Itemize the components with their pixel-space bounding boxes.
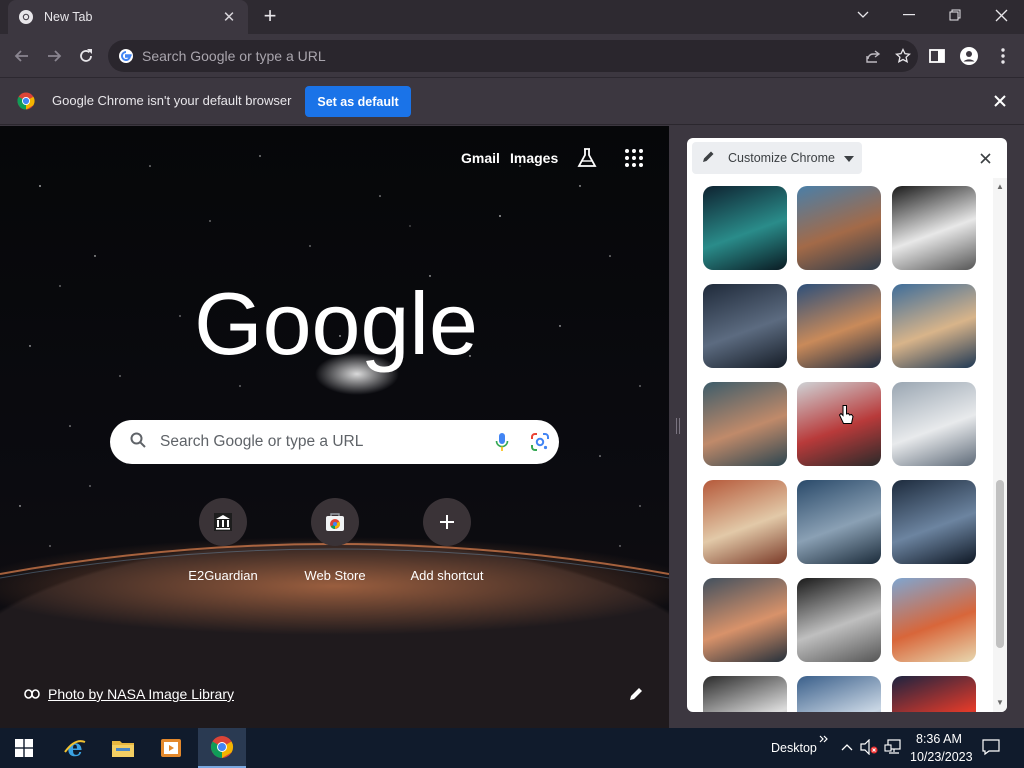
new-tab-button[interactable]: +	[258, 5, 282, 29]
background-thumbnail-steel-curve[interactable]	[703, 676, 787, 712]
media-player-icon[interactable]	[147, 728, 195, 768]
shortcut-e2guardian[interactable]: E2Guardian	[167, 498, 279, 583]
background-thumbnail-moon-dusk[interactable]	[703, 382, 787, 466]
omnibox[interactable]: Search Google or type a URL	[108, 40, 918, 72]
background-thumbnail-aerial-bay[interactable]	[797, 480, 881, 564]
google-lens-icon[interactable]	[521, 422, 559, 462]
apps-grid-icon[interactable]	[624, 148, 644, 168]
file-explorer-icon[interactable]	[99, 728, 147, 768]
minimize-button[interactable]	[886, 0, 932, 30]
close-icon[interactable]	[990, 91, 1010, 111]
ntp-search-placeholder: Search Google or type a URL	[160, 433, 364, 450]
volume-muted-icon[interactable]	[860, 738, 878, 756]
windows-taskbar: e Desktop 8:36 AM 10/23/2023	[0, 728, 1024, 768]
shortcut-add[interactable]: Add shortcut	[391, 498, 503, 583]
labs-flask-icon[interactable]	[576, 147, 598, 169]
background-thumbnail-aerial-grid[interactable]	[892, 480, 976, 564]
images-link[interactable]: Images	[510, 150, 558, 166]
notifications-icon[interactable]	[982, 738, 1000, 756]
ntp-search-box[interactable]: Search Google or type a URL	[110, 420, 559, 464]
desktop-toolbar-label[interactable]: Desktop	[771, 741, 817, 755]
tab-search-icon[interactable]	[840, 0, 886, 30]
tab-strip: New Tab ✕ +	[0, 0, 1024, 34]
windows-start-icon[interactable]	[0, 728, 48, 768]
infobar-message: Google Chrome isn't your default browser	[52, 93, 292, 108]
search-icon	[130, 432, 146, 453]
restore-button[interactable]	[932, 0, 978, 30]
close-icon[interactable]: ✕	[220, 8, 238, 26]
plus-icon	[423, 498, 471, 546]
google-logo-text: Google	[196, 274, 476, 373]
background-thumbnail-old-facade[interactable]	[703, 480, 787, 564]
reload-icon[interactable]	[73, 43, 99, 69]
forward-icon[interactable]	[41, 43, 67, 69]
tab-new-tab[interactable]: New Tab ✕	[8, 0, 248, 34]
profile-icon[interactable]	[956, 43, 982, 69]
scroll-down-icon[interactable]: ▼	[995, 698, 1005, 708]
background-thumbnail-waterfront-skyline[interactable]	[892, 284, 976, 368]
clock-time[interactable]: 8:36 AM	[916, 732, 962, 746]
customize-pencil-icon[interactable]	[628, 686, 646, 704]
shortcut-label: E2Guardian	[188, 568, 258, 583]
background-thumbnail-colorful-houses[interactable]	[892, 578, 976, 662]
side-panel-title: Customize Chrome	[728, 151, 835, 165]
default-browser-infobar: Google Chrome isn't your default browser…	[0, 78, 1024, 125]
hand-cursor-icon	[838, 405, 854, 424]
side-panel-resize-handle[interactable]	[669, 126, 687, 728]
menu-icon[interactable]	[990, 43, 1016, 69]
close-icon[interactable]	[975, 148, 995, 168]
photo-attribution[interactable]: Photo by NASA Image Library	[24, 686, 234, 702]
side-panel-selector[interactable]: Customize Chrome	[692, 142, 862, 174]
microphone-icon[interactable]	[483, 422, 521, 462]
webstore-icon	[311, 498, 359, 546]
link-icon	[24, 686, 40, 702]
background-thumbnail-bridge-night[interactable]	[703, 186, 787, 270]
set-as-default-button[interactable]: Set as default	[305, 86, 411, 117]
close-window-button[interactable]	[978, 0, 1024, 30]
museum-icon	[199, 498, 247, 546]
side-panel-header: Customize Chrome	[687, 138, 1007, 178]
background-thumbnail-glass-tower[interactable]	[892, 382, 976, 466]
toolbar: Search Google or type a URL	[0, 34, 1024, 78]
internet-explorer-icon[interactable]: e	[51, 728, 99, 768]
shortcut-label: Web Store	[304, 568, 366, 583]
google-g-icon	[118, 48, 134, 64]
chrome-logo-icon	[17, 92, 35, 110]
toolbar-expand-icon[interactable]	[817, 732, 831, 746]
resize-grip-icon	[676, 418, 680, 434]
background-thumbnail-skyscrapers-up[interactable]	[797, 186, 881, 270]
omnibox-placeholder: Search Google or type a URL	[142, 48, 326, 64]
background-thumbnail-red-balloon[interactable]	[892, 676, 976, 712]
background-gallery	[687, 178, 993, 712]
pencil-icon	[702, 149, 716, 168]
background-thumbnail-pier-sunset[interactable]	[703, 578, 787, 662]
attribution-link[interactable]: Photo by NASA Image Library	[48, 686, 234, 702]
chrome-icon	[18, 9, 34, 25]
clock-date[interactable]: 10/23/2023	[910, 750, 973, 764]
background-thumbnail-bw-towers[interactable]	[892, 186, 976, 270]
background-thumbnail-harbor-sunset[interactable]	[797, 284, 881, 368]
back-icon[interactable]	[9, 43, 35, 69]
google-logo: Google	[196, 274, 476, 373]
gmail-link[interactable]: Gmail	[461, 150, 500, 166]
scroll-up-icon[interactable]: ▲	[995, 182, 1005, 192]
svg-text:e: e	[67, 736, 82, 760]
background-thumbnail-city-block[interactable]	[797, 676, 881, 712]
tab-title: New Tab	[44, 10, 93, 24]
background-thumbnail-city-dusk[interactable]	[703, 284, 787, 368]
side-panel-scrollbar[interactable]: ▲ ▼	[993, 178, 1007, 712]
shortcut-label: Add shortcut	[410, 568, 484, 583]
chrome-taskbar-icon[interactable]	[198, 728, 246, 768]
background-thumbnail-converging-building[interactable]	[797, 578, 881, 662]
shortcut-web-store[interactable]: Web Store	[279, 498, 391, 583]
network-icon[interactable]	[884, 738, 902, 756]
show-hidden-icons-icon[interactable]	[838, 738, 856, 756]
caret-down-icon	[844, 149, 854, 167]
share-icon[interactable]	[858, 41, 888, 71]
new-tab-page: Gmail Images Google Search Google or typ…	[0, 126, 669, 728]
star-icon[interactable]	[888, 41, 918, 71]
scrollbar-thumb[interactable]	[996, 480, 1004, 648]
side-panel-icon[interactable]	[924, 43, 950, 69]
